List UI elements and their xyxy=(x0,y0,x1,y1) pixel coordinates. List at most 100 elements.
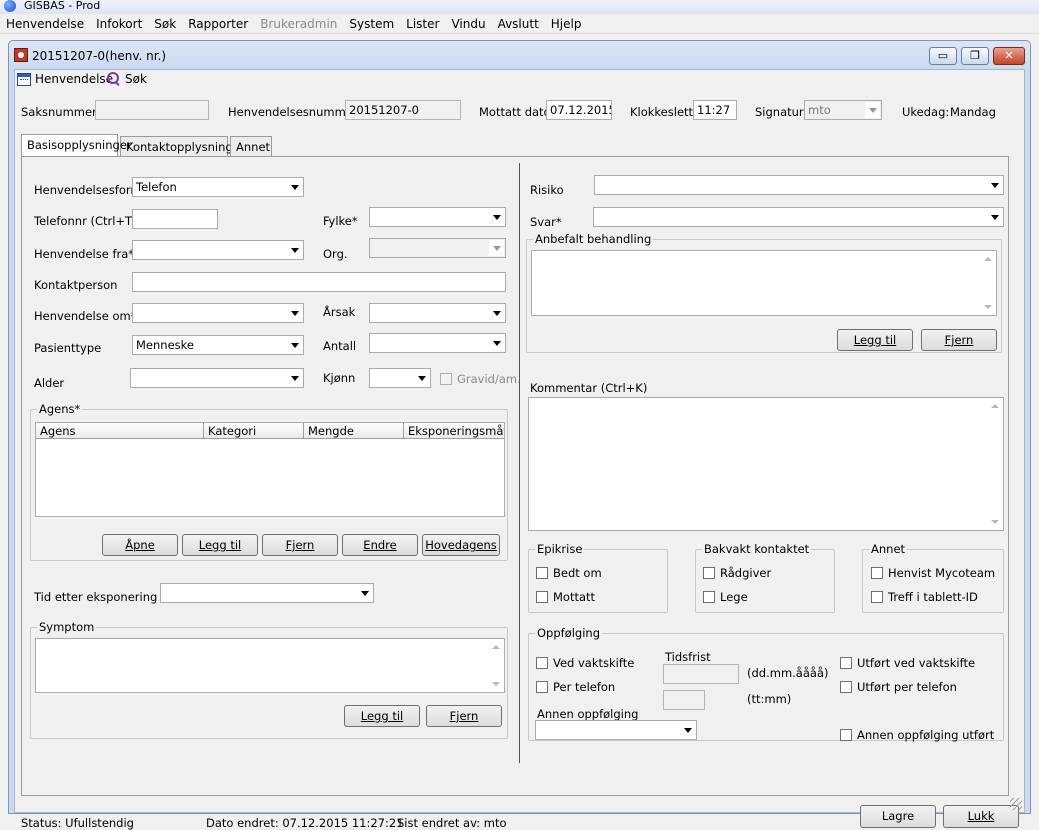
bakvakt-group: Bakvakt kontaktet Rådgiver Lege xyxy=(695,542,835,613)
alder-select[interactable] xyxy=(130,368,304,388)
symptom-list[interactable] xyxy=(35,638,505,693)
agens-group-title: Agens* xyxy=(37,402,83,416)
checkbox-box xyxy=(703,591,715,603)
henvendelse-om-select[interactable] xyxy=(132,303,304,323)
kommentar-scrollbar[interactable] xyxy=(987,398,1003,530)
menu-hjelp[interactable]: Hjelp xyxy=(545,14,588,34)
symptom-legg-til-button[interactable]: Legg til xyxy=(344,705,420,727)
tidsfrist-tid-field[interactable] xyxy=(663,690,705,710)
symptom-fjern-button[interactable]: Fjern xyxy=(426,705,502,727)
checkbox-box xyxy=(536,681,548,693)
ukedag-label: Ukedag: xyxy=(902,105,950,119)
anbefalt-legg-til-button[interactable]: Legg til xyxy=(837,329,913,351)
symptom-scrollbar[interactable] xyxy=(488,639,504,692)
arsak-select[interactable] xyxy=(369,303,506,323)
kjonn-select[interactable] xyxy=(369,368,431,388)
tab-annet[interactable]: Annet xyxy=(230,136,272,156)
agens-fjern-button[interactable]: Fjern xyxy=(262,534,338,556)
agens-col-agens[interactable]: Agens xyxy=(36,423,204,439)
henvendelsesform-select[interactable]: Telefon xyxy=(132,177,304,197)
app-title: GISBAS - Prod xyxy=(24,0,101,12)
hovedagens-button[interactable]: Hovedagens xyxy=(422,534,500,556)
dato-endret-text: Dato endret: 07.12.2015 11:27:21 xyxy=(206,816,404,830)
menu-lister[interactable]: Lister xyxy=(400,14,445,34)
gravid-label: Gravid/am. xyxy=(457,372,521,386)
menu-infokort[interactable]: Infokort xyxy=(90,14,148,34)
annen-oppfolging-label: Annen oppfølging xyxy=(537,707,639,721)
ved-vaktskifte-checkbox[interactable]: Ved vaktskifte xyxy=(536,656,634,670)
agens-col-kategori[interactable]: Kategori xyxy=(204,423,304,439)
agens-col-mengde[interactable]: Mengde xyxy=(304,423,404,439)
menu-avslutt[interactable]: Avslutt xyxy=(492,14,545,34)
toolbar-sok[interactable]: Søk xyxy=(107,72,147,86)
tablett-checkbox[interactable]: Treff i tablett-ID xyxy=(871,590,978,604)
annen-oppfolging-select[interactable] xyxy=(535,720,697,740)
henvendelse-fra-select[interactable] xyxy=(132,240,304,260)
per-telefon-checkbox[interactable]: Per telefon xyxy=(536,680,615,694)
lukk-button[interactable]: Lukk xyxy=(943,805,1019,828)
org-label: Org. xyxy=(323,247,348,261)
tab-basisopplysninger[interactable]: Basisopplysninger xyxy=(21,134,132,156)
menu-system[interactable]: System xyxy=(343,14,400,34)
telefon-field[interactable] xyxy=(132,209,218,229)
anbefalt-fjern-button[interactable]: Fjern xyxy=(921,329,997,351)
scroll-up-icon xyxy=(984,257,992,261)
checkbox-box xyxy=(536,567,548,579)
lege-label: Lege xyxy=(720,590,748,604)
tab-kontaktopplysninger[interactable]: Kontaktopplysninger xyxy=(120,136,245,156)
org-select[interactable] xyxy=(369,238,506,258)
menu-vindu[interactable]: Vindu xyxy=(445,14,491,34)
mottatt-checkbox[interactable]: Mottatt xyxy=(536,590,595,604)
menu-brukeradmin[interactable]: Brukeradmin xyxy=(254,14,343,34)
gravid-checkbox[interactable]: Gravid/am. xyxy=(440,372,521,386)
anbefalt-list[interactable] xyxy=(531,250,997,316)
tablett-label: Treff i tablett-ID xyxy=(888,590,978,604)
menu-sok[interactable]: Søk xyxy=(148,14,182,34)
kommentar-field[interactable] xyxy=(528,397,1004,531)
minimize-button[interactable]: ▭ xyxy=(929,47,957,65)
lege-checkbox[interactable]: Lege xyxy=(703,590,748,604)
tid-select[interactable] xyxy=(160,583,374,603)
mycoteam-checkbox[interactable]: Henvist Mycoteam xyxy=(871,566,995,580)
checkbox-box xyxy=(536,657,548,669)
resize-grip[interactable] xyxy=(1010,798,1022,810)
menu-rapporter[interactable]: Rapporter xyxy=(182,14,254,34)
svar-select[interactable] xyxy=(593,207,1004,227)
fylke-select[interactable] xyxy=(369,207,506,227)
annen-utfort-label: Annen oppfølging utført xyxy=(857,728,995,742)
symptom-group: Symptom Legg til Fjern xyxy=(30,620,508,739)
henvnr-field[interactable]: 20151207-0 xyxy=(345,100,461,120)
antall-select[interactable] xyxy=(369,333,506,353)
kommentar-label: Kommentar (Ctrl+K) xyxy=(530,381,648,395)
risiko-select[interactable] xyxy=(594,175,1004,195)
lagre-button[interactable]: Lagre xyxy=(860,805,936,828)
chevron-down-icon xyxy=(987,209,1002,225)
apne-button[interactable]: Åpne xyxy=(102,534,178,556)
annen-utfort-checkbox[interactable]: Annen oppfølging utført xyxy=(840,728,994,742)
restore-button[interactable]: ❐ xyxy=(961,47,989,65)
radgiver-checkbox[interactable]: Rådgiver xyxy=(703,566,771,580)
toolbar-henvendelse[interactable]: Henvendelse xyxy=(17,72,113,86)
utfort-vaktskifte-checkbox[interactable]: Utført ved vaktskifte xyxy=(840,656,975,670)
kontaktperson-field[interactable] xyxy=(132,272,506,292)
column-divider xyxy=(519,163,520,763)
checkbox-box xyxy=(840,657,852,669)
agens-legg-til-button[interactable]: Legg til xyxy=(182,534,258,556)
mottatt-field[interactable]: 07.12.2015 xyxy=(546,100,612,120)
saksnummer-field[interactable] xyxy=(95,100,209,120)
agens-grid[interactable]: Agens Kategori Mengde Eksponeringsmåte xyxy=(35,422,505,517)
close-button[interactable]: ✕ xyxy=(993,47,1025,65)
agens-col-eksponering[interactable]: Eksponeringsmåte xyxy=(404,423,504,439)
endre-button[interactable]: Endre xyxy=(342,534,418,556)
calendar-icon xyxy=(17,72,31,86)
tidsfrist-dato-field[interactable] xyxy=(663,664,739,684)
pasienttype-select[interactable]: Menneske xyxy=(132,335,304,355)
menu-henvendelse[interactable]: Henvendelse xyxy=(0,14,90,34)
utfort-telefon-checkbox[interactable]: Utført per telefon xyxy=(840,680,957,694)
ved-vaktskifte-label: Ved vaktskifte xyxy=(553,656,635,670)
signatur-select[interactable]: mto xyxy=(804,100,882,120)
bedt-om-checkbox[interactable]: Bedt om xyxy=(536,566,602,580)
anbefalt-scrollbar[interactable] xyxy=(980,251,996,315)
klokke-field[interactable]: 11:27 xyxy=(693,100,737,120)
chevron-down-icon xyxy=(287,370,302,386)
